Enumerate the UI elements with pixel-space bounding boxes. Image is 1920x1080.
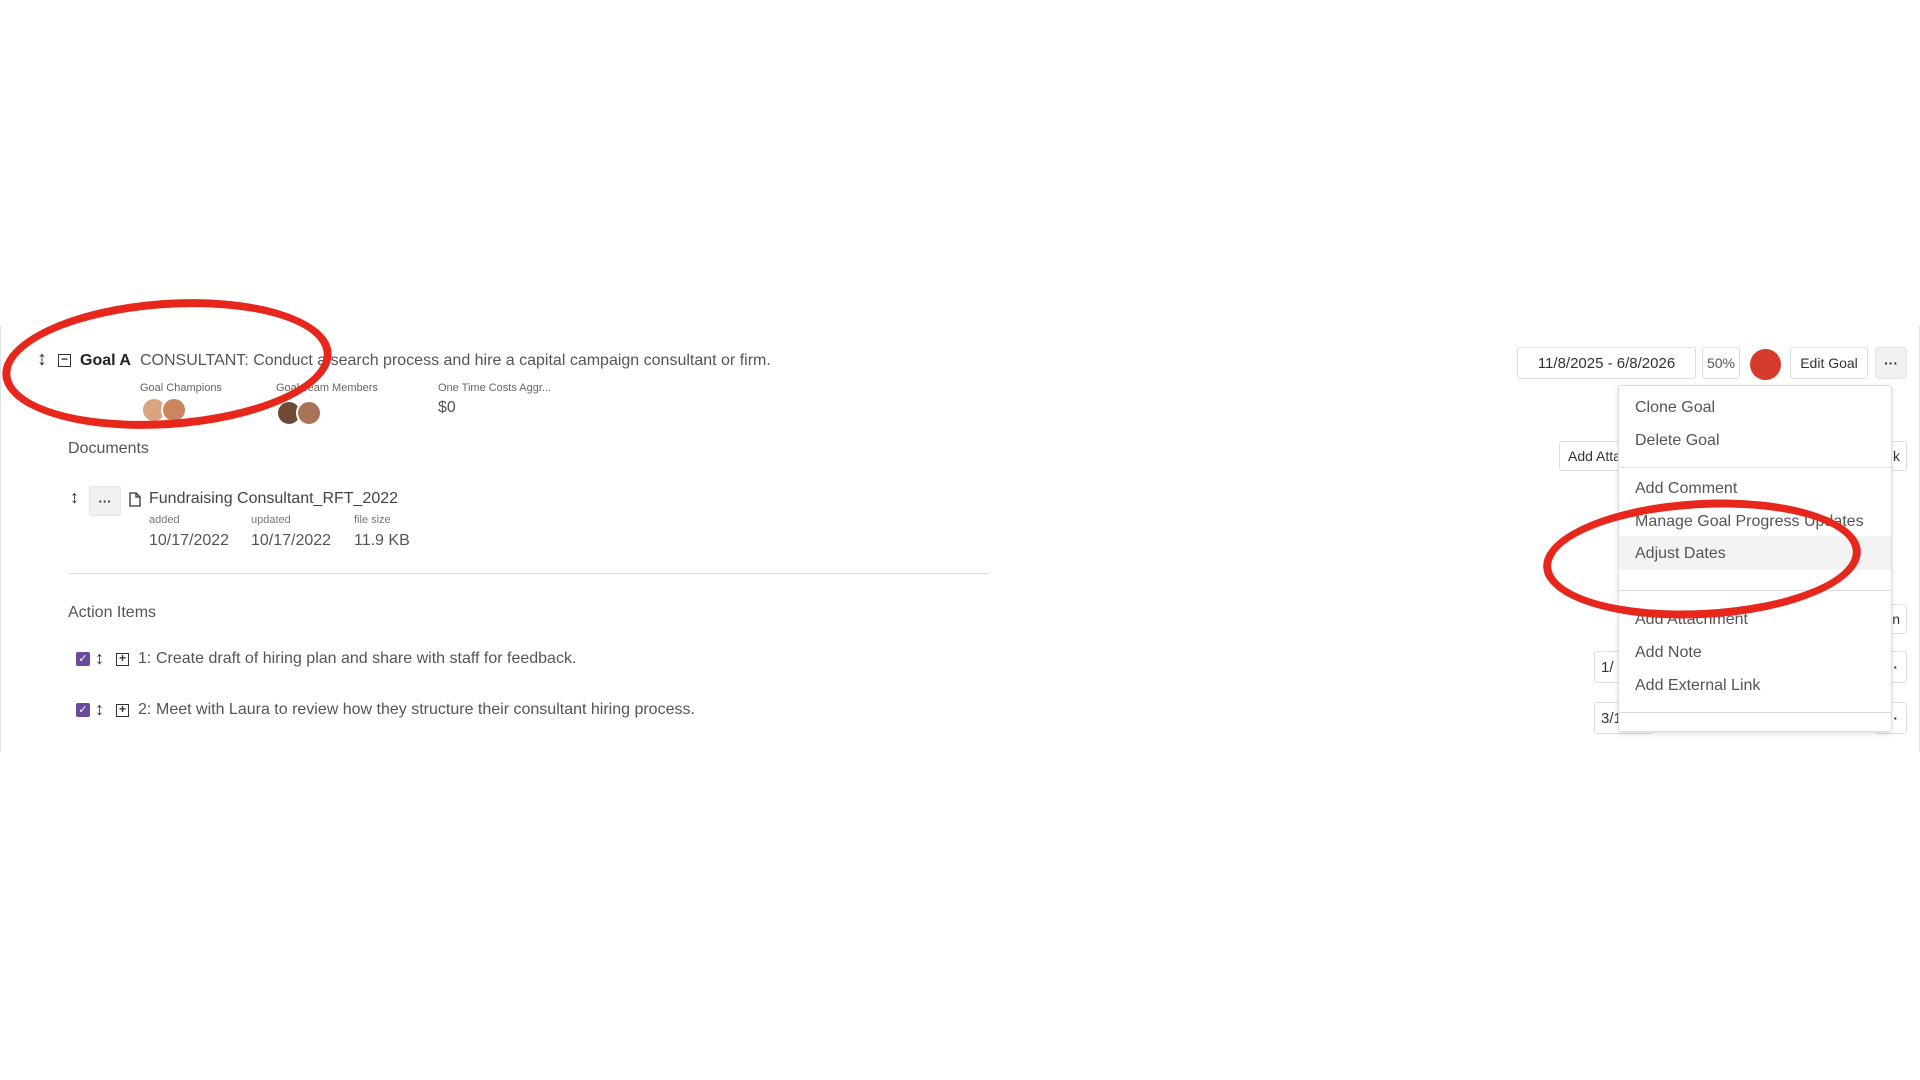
menu-item-add-note[interactable]: Add Note <box>1635 644 1702 662</box>
documents-heading: Documents <box>68 440 149 457</box>
action-item-number: 2: <box>138 701 152 718</box>
goal-team-avatars[interactable] <box>276 400 336 428</box>
expand-icon[interactable]: + <box>116 703 129 717</box>
action-item-checkbox[interactable]: ✓ <box>76 703 90 717</box>
file-size: 11.9 KB <box>354 532 410 549</box>
document-name-link[interactable]: Fundraising Consultant_RFT_2022 <box>149 490 398 508</box>
added-label: added <box>149 514 180 526</box>
file-icon <box>129 492 141 512</box>
action-item-number: 1: <box>138 650 152 667</box>
action-items-heading: Action Items <box>68 604 157 621</box>
status-indicator[interactable] <box>1750 349 1781 380</box>
costs-label: One Time Costs Aggr... <box>438 382 552 394</box>
goal-more-button[interactable]: ··· <box>1875 347 1907 379</box>
action-item-text[interactable]: Meet with Laura to review how they struc… <box>156 701 695 719</box>
drag-handle-icon[interactable]: ↕ <box>95 649 104 667</box>
avatar[interactable] <box>296 400 322 426</box>
date-range-button[interactable]: 11/8/2025 - 6/8/2026 <box>1517 347 1696 379</box>
action-item-checkbox[interactable]: ✓ <box>76 652 90 666</box>
action-item-text[interactable]: Create draft of hiring plan and share wi… <box>156 650 576 668</box>
document-more-button[interactable]: ··· <box>89 486 121 516</box>
menu-divider <box>1619 712 1891 713</box>
updated-date: 10/17/2022 <box>251 532 332 549</box>
menu-divider <box>1619 467 1891 468</box>
menu-item-add-comment[interactable]: Add Comment <box>1635 480 1737 498</box>
menu-item-clone-goal[interactable]: Clone Goal <box>1635 399 1715 417</box>
updated-label: updated <box>251 514 291 526</box>
file-size-label: file size <box>354 514 391 526</box>
costs-value: $0 <box>438 399 456 416</box>
expand-icon[interactable]: + <box>116 652 129 666</box>
section-divider <box>68 573 989 574</box>
drag-handle-icon[interactable]: ↕ <box>70 488 79 506</box>
menu-item-add-external-link[interactable]: Add External Link <box>1635 677 1760 695</box>
progress-badge[interactable]: 50% <box>1702 347 1740 379</box>
added-date: 10/17/2022 <box>149 532 230 549</box>
menu-item-delete-goal[interactable]: Delete Goal <box>1635 432 1720 450</box>
edit-goal-button[interactable]: Edit Goal <box>1790 347 1868 379</box>
drag-handle-icon[interactable]: ↕ <box>95 700 104 718</box>
